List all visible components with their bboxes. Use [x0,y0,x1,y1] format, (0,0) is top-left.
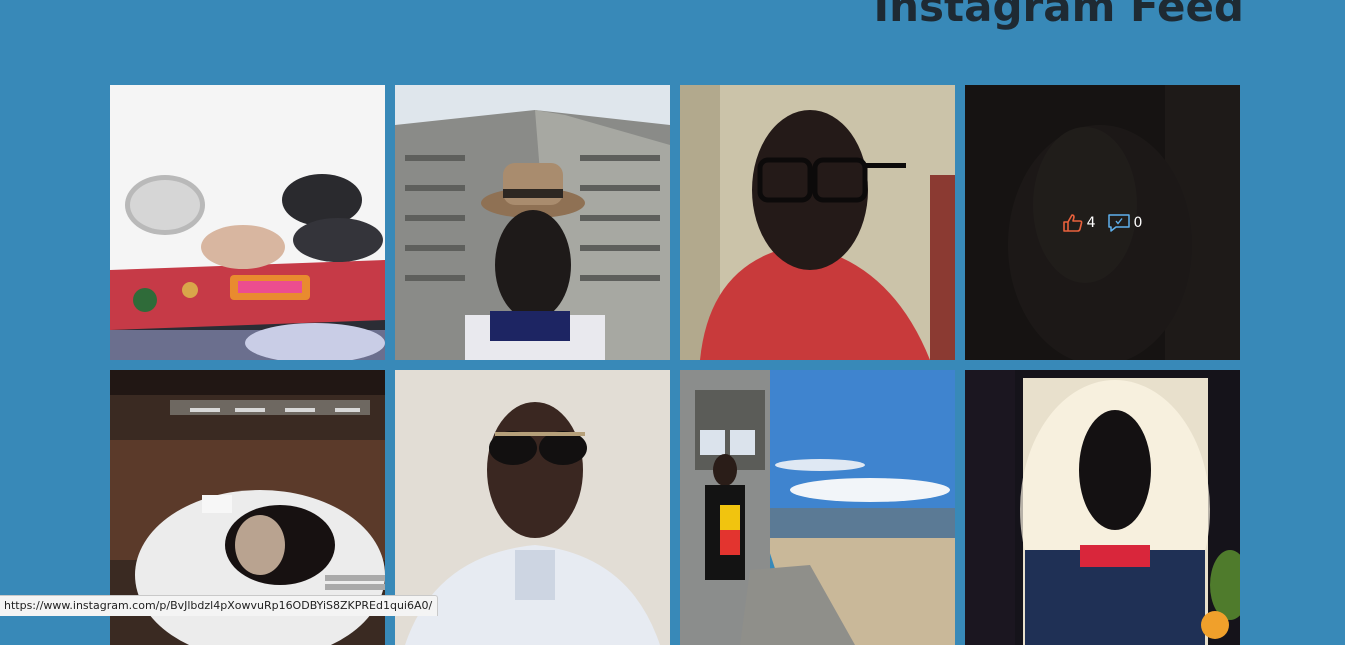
man-in-hat-tower-selfie-photo [395,85,670,360]
feed-item-3[interactable] [680,85,955,360]
man-by-beach-photo [680,370,955,645]
status-bar-url: https://www.instagram.com/p/BvJlbdzl4pXo… [0,595,439,616]
hover-overlay: 4 0 [965,85,1240,360]
thumbs-up-icon [1062,213,1082,232]
comment-icon [1107,213,1130,232]
backlit-portrait-photo [965,370,1240,645]
page-title: Instagram Feed [873,0,1244,31]
feed-item-7[interactable] [680,370,955,645]
comments-stat: 0 [1107,213,1143,232]
feed-item-1[interactable] [110,85,385,360]
likes-count: 4 [1086,214,1096,231]
feed-item-4[interactable]: 4 0 [965,85,1240,360]
comments-count: 0 [1133,214,1143,231]
feed-item-8[interactable] [965,370,1240,645]
man-with-glasses-red-shirt-photo [680,85,955,360]
feed-item-2[interactable] [395,85,670,360]
instagram-feed-grid: 4 0 [110,85,1240,645]
likes-stat: 4 [1062,213,1096,232]
dunkin-donuts-box-photo [110,85,385,360]
